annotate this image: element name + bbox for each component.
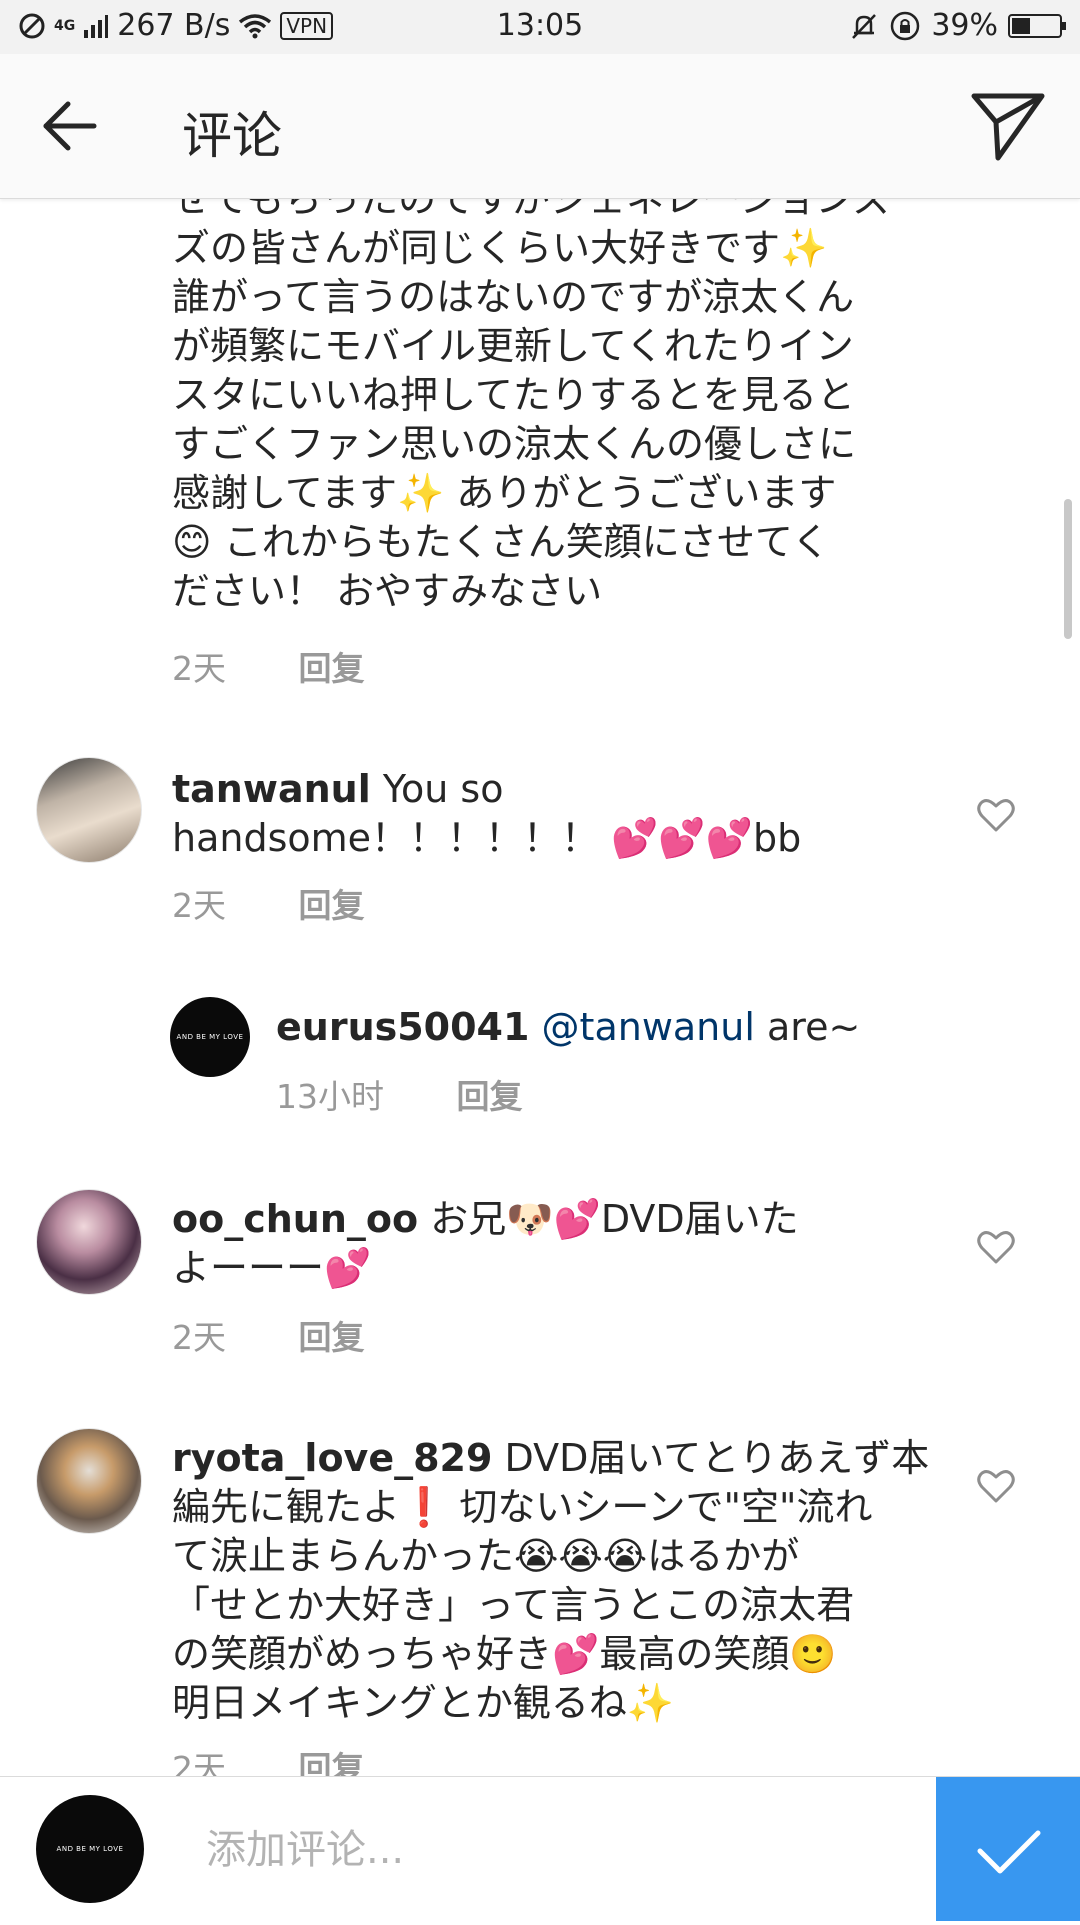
avatar[interactable] bbox=[36, 1189, 142, 1295]
comment-meta: 2天 回复 bbox=[172, 642, 365, 690]
scrollbar[interactable] bbox=[1064, 499, 1072, 639]
comment-body-line: よーーー💕 bbox=[172, 1246, 372, 1290]
comment-text-line: が頻繁にモバイル更新してくれたりイン bbox=[172, 324, 854, 368]
comment-username[interactable]: oo_chun_oo bbox=[172, 1197, 418, 1241]
heart-outline-icon[interactable] bbox=[976, 797, 1016, 833]
comment-text-line: ズの皆さんが同じくらい大好きです✨ bbox=[172, 226, 828, 270]
comment-text-line: 😊 これからもたくさん笑顔にさせてく bbox=[172, 520, 830, 564]
avatar[interactable] bbox=[36, 757, 142, 863]
comment-body-line: 「せとか大好き」って言うとこの涼太君 bbox=[172, 1583, 855, 1627]
comment-body-line: handsome！！！！！！ 💕💕💕bb bbox=[172, 816, 802, 860]
comment-input[interactable] bbox=[204, 1817, 908, 1883]
comment-meta: 2天 回复 bbox=[172, 1742, 365, 1776]
comment-text-line: 誰がって言うのはないのですが涼太くん bbox=[172, 275, 855, 319]
comment-text: ryota_love_829 DVD届いてとりあえず本 編先に観たよ❗ 切ないシ… bbox=[172, 1434, 972, 1728]
comment-body-line: の笑顔がめっちゃ好き💕最高の笑顔🙂 bbox=[172, 1632, 837, 1676]
avatar: AND BE MY LOVE bbox=[36, 1795, 144, 1903]
comments-list[interactable]: せてもらったのですがジェネレーションズ ズの皆さんが同じくらい大好きです✨ 誰が… bbox=[0, 199, 1080, 1776]
mention-link[interactable]: @tanwanul bbox=[542, 1005, 755, 1049]
reply-button[interactable]: 回复 bbox=[457, 1070, 523, 1118]
avatar[interactable]: AND BE MY LOVE bbox=[170, 997, 250, 1077]
status-bar: 4G 267 B/s VPN 13:05 39% bbox=[0, 0, 1080, 54]
comment-username[interactable]: ryota_love_829 bbox=[172, 1436, 492, 1480]
battery-icon bbox=[1008, 13, 1066, 38]
reply-button[interactable]: 回复 bbox=[299, 1311, 365, 1359]
comment-body-line: 明日メイキングとか観るね✨ bbox=[172, 1681, 675, 1725]
comment-username[interactable]: eurus50041 bbox=[276, 1005, 529, 1049]
comment-text-line: スタにいいね押してたりするとを見ると bbox=[172, 373, 855, 417]
comment-text: せてもらったのですがジェネレーションズ ズの皆さんが同じくらい大好きです✨ 誰が… bbox=[172, 199, 972, 616]
reply-button[interactable]: 回复 bbox=[299, 879, 365, 927]
heart-outline-icon[interactable] bbox=[976, 1229, 1016, 1265]
comment-text: tanwanul You so handsome！！！！！！ 💕💕💕bb bbox=[172, 765, 952, 863]
comment-text-line: せてもらったのですがジェネレーションズ bbox=[172, 199, 891, 221]
avatar-logo-text: AND BE MY LOVE bbox=[56, 1845, 124, 1853]
comment-body-line: て涙止まらんかった😭😭😭はるかが bbox=[172, 1534, 800, 1578]
checkmark-icon bbox=[977, 1830, 1041, 1874]
status-right: 39% bbox=[849, 8, 1066, 43]
page-title: 评论 bbox=[182, 107, 282, 165]
reply-button[interactable]: 回复 bbox=[299, 1742, 365, 1776]
bell-muted-icon bbox=[852, 13, 877, 39]
comment-text: eurus50041 @tanwanul are~ bbox=[276, 1003, 956, 1052]
heart-outline-icon[interactable] bbox=[976, 1468, 1016, 1504]
comment-text-line: すごくファン思いの涼太くんの優しさに bbox=[172, 422, 857, 466]
comment-time: 2天 bbox=[172, 1749, 226, 1776]
comment-text: oo_chun_oo お兄🐶💕DVD届いた よーーー💕 bbox=[172, 1195, 952, 1293]
comment-meta: 13小时 回复 bbox=[276, 1070, 523, 1118]
battery-percent: 39% bbox=[931, 8, 998, 43]
avatar[interactable] bbox=[36, 1428, 142, 1534]
comment-time: 2天 bbox=[172, 649, 226, 688]
arrow-left-icon[interactable] bbox=[40, 98, 100, 154]
comment-body: are~ bbox=[754, 1005, 861, 1049]
comment-meta: 2天 回复 bbox=[172, 1311, 365, 1359]
comment-body: お兄🐶💕DVD届いた bbox=[418, 1197, 799, 1241]
comment-text-line: 感謝してます✨ ありがとうございます bbox=[172, 471, 837, 515]
comment-time: 13小时 bbox=[276, 1077, 384, 1116]
paper-plane-icon[interactable] bbox=[968, 90, 1048, 164]
comment-username[interactable]: tanwanul bbox=[172, 767, 371, 811]
comment-time: 2天 bbox=[172, 1318, 226, 1357]
post-button[interactable] bbox=[936, 1777, 1080, 1921]
comment-bar: AND BE MY LOVE bbox=[0, 1776, 1080, 1921]
rotation-lock-icon bbox=[891, 11, 920, 40]
comment-text-line: ださい！ おやすみなさい bbox=[172, 569, 603, 613]
comment-time: 2天 bbox=[172, 886, 226, 925]
reply-button[interactable]: 回复 bbox=[299, 642, 365, 690]
comment-body-line: 編先に観たよ❗ 切ないシーンで"空"流れ bbox=[172, 1485, 873, 1529]
comment-meta: 2天 回复 bbox=[172, 879, 365, 927]
comment-body: DVD届いてとりあえず本 bbox=[492, 1436, 930, 1480]
avatar-logo-text: AND BE MY LOVE bbox=[176, 1033, 244, 1041]
comment-body: You so bbox=[370, 767, 504, 811]
battery-fill bbox=[1012, 17, 1030, 34]
app-header: 评论 bbox=[0, 54, 1080, 199]
